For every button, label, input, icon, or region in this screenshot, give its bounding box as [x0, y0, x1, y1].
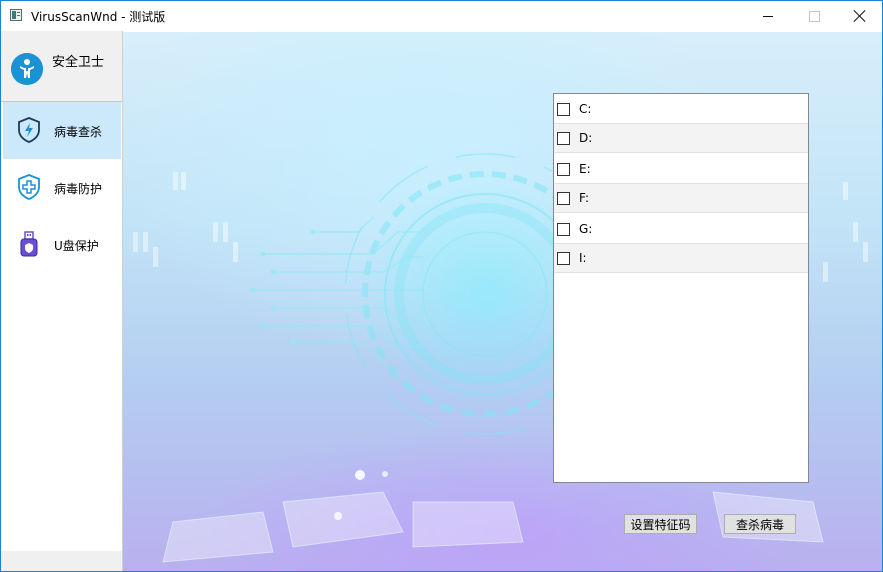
- drive-item-c[interactable]: C:: [554, 94, 808, 124]
- sidebar-item-usb-protection[interactable]: U盘保护: [3, 216, 121, 273]
- drive-label: F:: [579, 191, 590, 205]
- drive-list[interactable]: C: D: E: F: G: I:: [553, 93, 809, 483]
- drive-item-e[interactable]: E:: [554, 154, 808, 184]
- drive-checkbox[interactable]: [557, 251, 570, 265]
- drive-item-g[interactable]: G:: [554, 214, 808, 244]
- maximize-button[interactable]: [791, 1, 837, 31]
- drive-label: D:: [579, 131, 593, 145]
- scan-virus-button[interactable]: 查杀病毒: [724, 514, 796, 534]
- lightning-shield-icon: [18, 117, 40, 143]
- sidebar-item-label: 病毒防护: [54, 182, 103, 196]
- sidebar-item-virus-scan[interactable]: 病毒查杀: [3, 102, 121, 159]
- maximize-icon: [808, 10, 820, 22]
- drive-label: C:: [579, 102, 592, 116]
- drive-checkbox[interactable]: [557, 102, 570, 116]
- close-icon: [854, 10, 866, 22]
- minimize-icon: [763, 15, 773, 17]
- usb-drive-icon: [20, 231, 38, 257]
- drive-item-d[interactable]: D:: [554, 123, 808, 153]
- drive-item-i[interactable]: I:: [554, 243, 808, 273]
- main-content: C: D: E: F: G: I: 设置特征码 查杀病毒: [123, 32, 882, 571]
- guard-person-icon: [11, 53, 43, 85]
- drive-label: I:: [579, 251, 587, 265]
- sidebar-item-label: 病毒查杀: [54, 125, 103, 139]
- sidebar-footer: [1, 551, 122, 571]
- title-bar[interactable]: VirusScanWnd - 测试版: [1, 1, 882, 31]
- sidebar-item-virus-protection[interactable]: 病毒防护: [3, 159, 121, 216]
- window-title: VirusScanWnd - 测试版: [31, 10, 166, 24]
- brand-label: 安全卫士: [52, 55, 105, 70]
- drive-checkbox[interactable]: [557, 191, 570, 205]
- sidebar-item-label: U盘保护: [54, 239, 99, 253]
- brand-header: 安全卫士: [1, 31, 122, 102]
- app-window: VirusScanWnd - 测试版 安全卫士 病毒查杀 病毒防护 U盘保护 C…: [0, 0, 883, 572]
- app-icon: [10, 9, 22, 21]
- cross-shield-icon: [18, 174, 40, 200]
- sidebar: 安全卫士 病毒查杀 病毒防护 U盘保护: [1, 31, 123, 571]
- drive-checkbox[interactable]: [557, 162, 570, 176]
- drive-label: G:: [579, 222, 593, 236]
- drive-label: E:: [579, 162, 591, 176]
- drive-item-f[interactable]: F:: [554, 183, 808, 213]
- drive-checkbox[interactable]: [557, 131, 570, 145]
- minimize-button[interactable]: [745, 1, 791, 31]
- drive-checkbox[interactable]: [557, 222, 570, 236]
- set-signature-button[interactable]: 设置特征码: [624, 514, 697, 534]
- close-button[interactable]: [837, 1, 882, 31]
